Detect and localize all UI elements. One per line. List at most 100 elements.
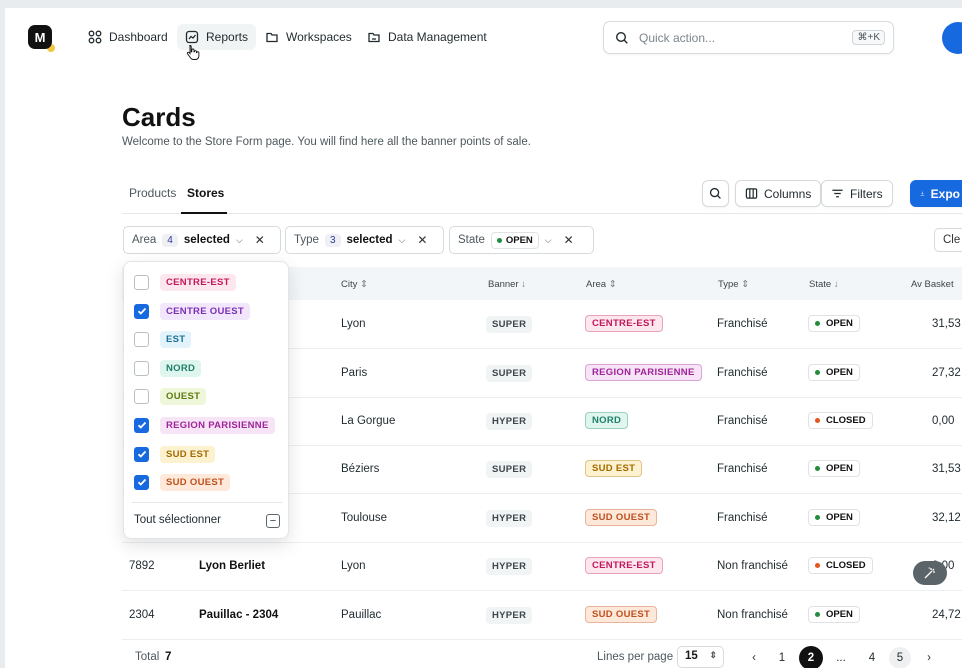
next-page-icon[interactable]: › <box>918 648 940 668</box>
column-header-city[interactable]: City ⇕ <box>341 279 368 290</box>
clear-filters-button[interactable]: Cle <box>934 228 962 252</box>
state-filter-chip[interactable]: State OPEN ⌵ ✕ <box>449 226 594 254</box>
page-button[interactable]: 1 <box>771 648 793 668</box>
chevron-down-icon[interactable]: ⌵ <box>399 235 406 246</box>
total-value: 7 <box>165 651 172 663</box>
top-navigation: M Dashboard Reports Workspaces Data Mana… <box>0 18 962 58</box>
lines-per-page-value: 15 <box>685 650 698 662</box>
magic-wand-icon <box>924 567 935 579</box>
columns-button[interactable]: Columns <box>735 180 822 207</box>
column-header-area[interactable]: Area ⇕ <box>586 279 617 290</box>
page-button[interactable]: 4 <box>861 648 883 668</box>
nav-item-label: Dashboard <box>109 30 168 44</box>
search-icon <box>709 187 721 199</box>
page-button[interactable]: 5 <box>889 647 911 668</box>
option-checkbox[interactable] <box>134 474 149 490</box>
table-row[interactable]: 2304 Pauillac - 2304 Pauillac HYPER SUD OUES… <box>122 591 962 640</box>
type-filter-chip[interactable]: Type 3 selected ⌵ ✕ <box>285 226 444 254</box>
option-checkbox[interactable] <box>134 303 149 319</box>
page-title: Cards <box>122 102 196 132</box>
nav-item-data-management[interactable]: Data Management <box>359 24 495 50</box>
previous-page-icon[interactable]: ‹ <box>743 648 765 668</box>
tab-products[interactable]: Products <box>129 186 176 200</box>
banner-badge: SUPER <box>486 316 533 333</box>
column-header-banner[interactable]: Banner ↓ <box>488 279 526 290</box>
state-badge: OPEN <box>808 460 860 477</box>
area-badge: CENTRE-EST <box>585 315 663 332</box>
area-option-label: SUD EST <box>160 445 216 463</box>
state-badge: OPEN <box>808 364 860 381</box>
state-filter-value: OPEN <box>505 234 533 246</box>
chevron-updown-icon: ⇕ <box>709 650 717 660</box>
area-badge: NORD <box>585 412 629 429</box>
av-basket-value: 31,53 <box>932 318 961 330</box>
filters-button-label: Filters <box>850 186 883 201</box>
option-checkbox[interactable] <box>134 360 149 376</box>
area-option[interactable]: EST <box>134 329 192 349</box>
area-option-label: CENTRE-EST <box>160 273 236 291</box>
store-city: La Gorgue <box>341 415 396 427</box>
area-option[interactable]: OUEST <box>134 386 207 406</box>
area-option[interactable]: CENTRE-EST <box>134 272 236 292</box>
status-dot <box>815 612 820 617</box>
type-filter-selected-text: selected <box>346 234 393 246</box>
state-filter-value-badge: OPEN <box>490 231 539 249</box>
store-city: Béziers <box>341 463 380 475</box>
column-header-type[interactable]: Type ⇕ <box>718 279 749 290</box>
state-text: OPEN <box>826 609 853 620</box>
area-option[interactable]: NORD <box>134 358 202 378</box>
database-icon <box>368 32 380 43</box>
store-city: Toulouse <box>341 512 388 524</box>
state-badge: OPEN <box>808 315 860 332</box>
store-id: 2304 <box>129 609 155 621</box>
close-icon[interactable]: ✕ <box>417 233 427 247</box>
window-top-strip <box>0 0 962 8</box>
chevron-down-icon[interactable]: ⌵ <box>545 235 552 246</box>
quick-action-search[interactable]: Quick action... ⌘+K <box>603 21 894 54</box>
column-header-av-basket[interactable]: Av Basket <box>911 279 954 290</box>
lines-per-page-select[interactable]: 15 ⇕ <box>677 646 724 668</box>
nav-item-label: Reports <box>206 30 249 44</box>
area-option[interactable]: SUD EST <box>134 444 216 464</box>
nav-item-workspaces[interactable]: Workspaces <box>257 24 360 50</box>
table-search-button[interactable] <box>702 180 729 207</box>
status-dot <box>815 515 820 520</box>
store-city: Lyon <box>341 318 366 330</box>
app-logo[interactable]: M <box>28 25 55 52</box>
column-header-state[interactable]: State ↓ <box>809 279 839 290</box>
chevron-down-icon[interactable]: ⌵ <box>236 235 243 246</box>
columns-icon <box>745 188 758 199</box>
close-icon[interactable]: ✕ <box>564 233 574 247</box>
select-all-option[interactable]: Tout sélectionner <box>134 514 221 526</box>
tab-stores[interactable]: Stores <box>187 186 224 200</box>
nav-item-dashboard[interactable]: Dashboard <box>80 24 176 50</box>
banner-badge: HYPER <box>486 607 533 624</box>
area-option-label: REGION PARISIENNE <box>160 416 275 434</box>
option-checkbox[interactable] <box>134 331 149 347</box>
window-left-edge <box>0 0 5 668</box>
magic-wand-button[interactable] <box>913 561 947 585</box>
type-filter-label: Type <box>294 234 319 246</box>
current-page-button[interactable]: 2 <box>799 646 823 668</box>
area-option[interactable]: SUD OUEST <box>134 472 231 492</box>
dashboard-icon <box>88 30 102 44</box>
option-checkbox[interactable] <box>134 417 149 433</box>
option-checkbox[interactable] <box>134 446 149 462</box>
option-checkbox[interactable] <box>134 388 149 404</box>
filters-button[interactable]: Filters <box>821 180 893 207</box>
export-button[interactable]: Expo <box>910 180 962 207</box>
select-all-indeterminate-checkbox[interactable]: − <box>266 514 280 528</box>
table-row[interactable]: 7892 Lyon Berliet Lyon HYPER CENTRE-EST Non f… <box>122 542 962 591</box>
area-option[interactable]: REGION PARISIENNE <box>134 415 275 435</box>
nav-item-label: Data Management <box>388 30 487 44</box>
store-type: Franchisé <box>717 512 768 524</box>
area-option[interactable]: CENTRE OUEST <box>134 301 251 321</box>
area-filter-chip[interactable]: Area 4 selected ⌵ ✕ <box>123 226 281 254</box>
option-checkbox[interactable] <box>134 274 149 290</box>
check-icon <box>137 421 146 429</box>
check-icon <box>137 478 146 486</box>
banner-badge: SUPER <box>486 365 533 382</box>
state-filter-label: State <box>458 234 485 246</box>
area-filter-selected-text: selected <box>183 234 230 246</box>
close-icon[interactable]: ✕ <box>255 233 265 247</box>
